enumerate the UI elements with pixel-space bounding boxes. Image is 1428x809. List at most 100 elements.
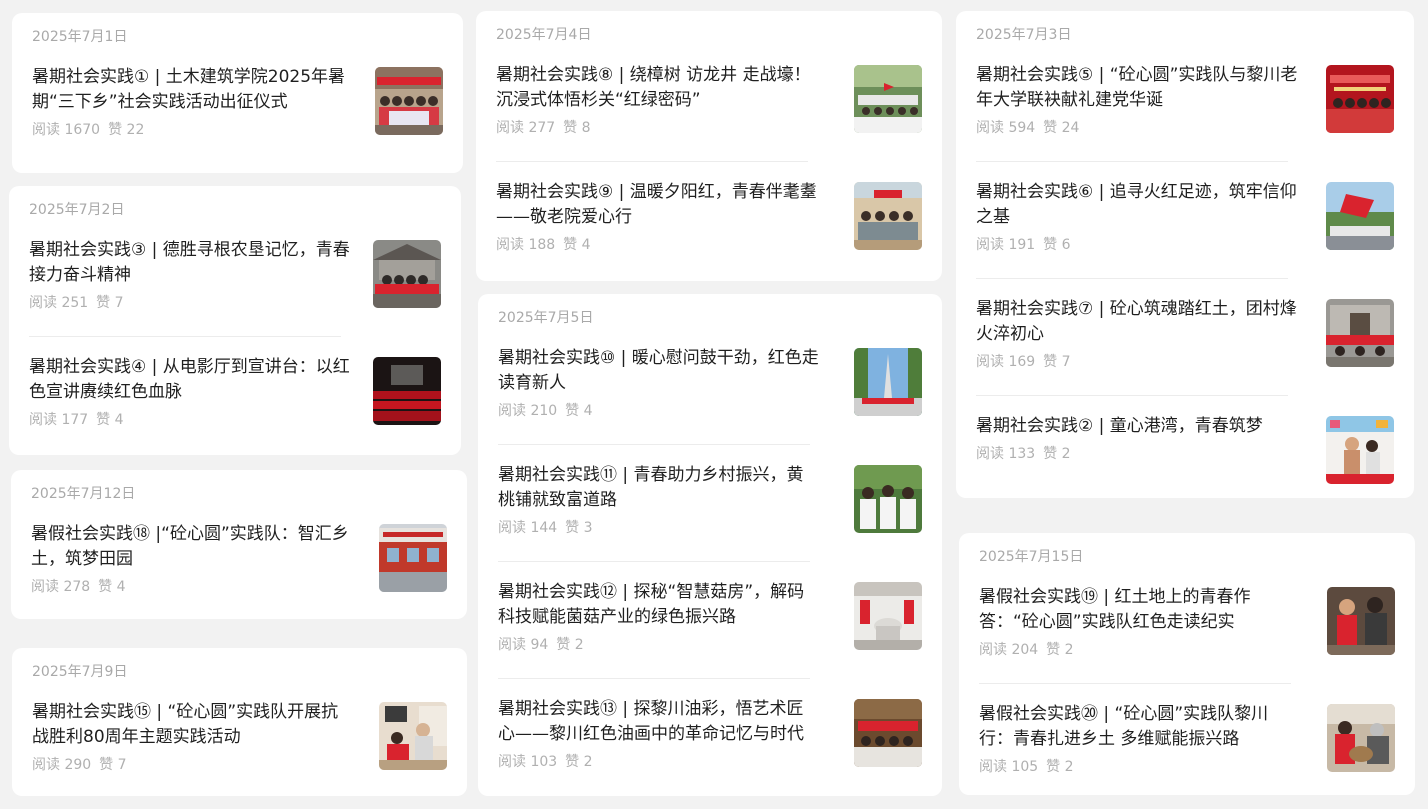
article-item[interactable]: 暑假社会实践⑱ |“砼心圆”实践队：智汇乡土，筑梦田园 阅读 278 赞 4 bbox=[31, 504, 447, 621]
article-thumbnail[interactable] bbox=[1327, 704, 1395, 772]
article-title[interactable]: 暑假社会实践⑲ | 红土地上的青春作答：“砼心圆”实践队红色走读纪实 bbox=[979, 585, 1301, 635]
like-count: 赞 4 bbox=[98, 579, 126, 595]
like-count: 赞 2 bbox=[1043, 446, 1071, 462]
article-item[interactable]: 暑期社会实践⑧ | 绕樟树 访龙井 走战壕！沉浸式体悟杉关“红绿密码” 阅读 2… bbox=[496, 45, 922, 162]
article-thumbnail[interactable] bbox=[375, 67, 443, 135]
read-count: 阅读 133 bbox=[976, 446, 1036, 462]
read-count: 阅读 278 bbox=[31, 579, 91, 595]
like-count: 赞 4 bbox=[563, 237, 591, 253]
card-date: 2025年7月15日 bbox=[979, 549, 1084, 565]
article-item[interactable]: 暑期社会实践⑥ | 追寻火红足迹，筑牢信仰之基 阅读 191 赞 6 bbox=[976, 162, 1394, 279]
article-title[interactable]: 暑假社会实践⑱ |“砼心圆”实践队：智汇乡土，筑梦田园 bbox=[31, 522, 353, 572]
article-thumbnail[interactable] bbox=[854, 699, 922, 767]
read-count: 阅读 594 bbox=[976, 120, 1036, 136]
read-count: 阅读 105 bbox=[979, 759, 1039, 775]
article-thumbnail[interactable] bbox=[1326, 416, 1394, 484]
article-title[interactable]: 暑期社会实践⑪ | 青春助力乡村振兴，黄桃铺就致富道路 bbox=[498, 463, 820, 513]
article-title[interactable]: 暑期社会实践⑩ | 暖心慰问鼓干劲，红色走读育新人 bbox=[498, 346, 820, 396]
like-count: 赞 6 bbox=[1043, 237, 1071, 253]
read-count: 阅读 290 bbox=[32, 757, 92, 773]
card-date: 2025年7月5日 bbox=[498, 310, 594, 326]
card-date: 2025年7月9日 bbox=[32, 664, 128, 680]
like-count: 赞 7 bbox=[1043, 354, 1071, 370]
article-item[interactable]: 暑期社会实践⑪ | 青春助力乡村振兴，黄桃铺就致富道路 阅读 144 赞 3 bbox=[498, 445, 922, 562]
article-thumbnail[interactable] bbox=[373, 357, 441, 425]
article-thumbnail[interactable] bbox=[1327, 587, 1395, 655]
read-count: 阅读 177 bbox=[29, 412, 89, 428]
like-count: 赞 2 bbox=[556, 637, 584, 653]
article-item[interactable]: 暑期社会实践② | 童心港湾，青春筑梦 阅读 133 赞 2 bbox=[976, 396, 1394, 513]
read-count: 阅读 103 bbox=[498, 754, 558, 770]
article-item[interactable]: 暑期社会实践⑮ | “砼心圆”实践队开展抗战胜利80周年主题实践活动 阅读 29… bbox=[32, 682, 447, 799]
like-count: 赞 7 bbox=[99, 757, 127, 773]
article-item[interactable]: 暑期社会实践⑫ | 探秘“智慧菇房”，解码科技赋能菌菇产业的绿色振兴路 阅读 9… bbox=[498, 562, 922, 679]
article-item[interactable]: 暑期社会实践① | 土木建筑学院2025年暑期“三下乡”社会实践活动出征仪式 阅… bbox=[32, 47, 443, 164]
like-count: 赞 2 bbox=[1046, 642, 1074, 658]
article-item[interactable]: 暑期社会实践④ | 从电影厅到宣讲台：以红色宣讲赓续红色血脉 阅读 177 赞 4 bbox=[29, 337, 441, 454]
read-count: 阅读 1670 bbox=[32, 122, 101, 138]
like-count: 赞 8 bbox=[563, 120, 591, 136]
like-count: 赞 4 bbox=[96, 412, 124, 428]
article-item[interactable]: 暑期社会实践⑤ | “砼心圆”实践队与黎川老年大学联袂献礼建党华诞 阅读 594… bbox=[976, 45, 1394, 162]
article-title[interactable]: 暑假社会实践⑳ | “砼心圆”实践队黎川行：青春扎进乡土 多维赋能振兴路 bbox=[979, 702, 1301, 752]
article-thumbnail[interactable] bbox=[379, 524, 447, 592]
article-thumbnail[interactable] bbox=[1326, 182, 1394, 250]
like-count: 赞 2 bbox=[565, 754, 593, 770]
article-thumbnail[interactable] bbox=[854, 182, 922, 250]
article-item[interactable]: 暑假社会实践⑲ | 红土地上的青春作答：“砼心圆”实践队红色走读纪实 阅读 20… bbox=[979, 567, 1395, 684]
article-thumbnail[interactable] bbox=[373, 240, 441, 308]
article-thumbnail[interactable] bbox=[1326, 299, 1394, 367]
read-count: 阅读 210 bbox=[498, 403, 558, 419]
read-count: 阅读 277 bbox=[496, 120, 556, 136]
read-count: 阅读 191 bbox=[976, 237, 1036, 253]
like-count: 赞 3 bbox=[565, 520, 593, 536]
article-item[interactable]: 暑期社会实践⑦ | 砼心筑魂踏红土，团村烽火淬初心 阅读 169 赞 7 bbox=[976, 279, 1394, 396]
article-thumbnail[interactable] bbox=[854, 582, 922, 650]
article-title[interactable]: 暑期社会实践⑮ | “砼心圆”实践队开展抗战胜利80周年主题实践活动 bbox=[32, 700, 354, 750]
article-title[interactable]: 暑期社会实践⑥ | 追寻火红足迹，筑牢信仰之基 bbox=[976, 180, 1298, 230]
read-count: 阅读 144 bbox=[498, 520, 558, 536]
article-card: 2025年7月15日 暑假社会实践⑲ | 红土地上的青春作答：“砼心圆”实践队红… bbox=[959, 533, 1415, 795]
article-title[interactable]: 暑期社会实践⑬ | 探黎川油彩，悟艺术匠心——黎川红色油画中的革命记忆与时代传.… bbox=[498, 697, 820, 747]
like-count: 赞 2 bbox=[1046, 759, 1074, 775]
article-card: 2025年7月4日 暑期社会实践⑧ | 绕樟树 访龙井 走战壕！沉浸式体悟杉关“… bbox=[476, 11, 942, 281]
article-item[interactable]: 暑期社会实践⑩ | 暖心慰问鼓干劲，红色走读育新人 阅读 210 赞 4 bbox=[498, 328, 922, 445]
read-count: 阅读 204 bbox=[979, 642, 1039, 658]
article-card: 2025年7月1日 暑期社会实践① | 土木建筑学院2025年暑期“三下乡”社会… bbox=[12, 13, 463, 173]
article-item[interactable]: 暑期社会实践③ | 德胜寻根农垦记忆，青春接力奋斗精神 阅读 251 赞 7 bbox=[29, 220, 441, 337]
card-date: 2025年7月2日 bbox=[29, 202, 125, 218]
article-card: 2025年7月2日 暑期社会实践③ | 德胜寻根农垦记忆，青春接力奋斗精神 阅读… bbox=[9, 186, 461, 455]
like-count: 赞 24 bbox=[1043, 120, 1080, 136]
article-title[interactable]: 暑期社会实践⑤ | “砼心圆”实践队与黎川老年大学联袂献礼建党华诞 bbox=[976, 63, 1298, 113]
article-thumbnail[interactable] bbox=[854, 348, 922, 416]
article-title[interactable]: 暑期社会实践⑦ | 砼心筑魂踏红土，团村烽火淬初心 bbox=[976, 297, 1298, 347]
article-title[interactable]: 暑期社会实践① | 土木建筑学院2025年暑期“三下乡”社会实践活动出征仪式 bbox=[32, 65, 354, 115]
like-count: 赞 4 bbox=[565, 403, 593, 419]
card-date: 2025年7月3日 bbox=[976, 27, 1072, 43]
article-card: 2025年7月5日 暑期社会实践⑩ | 暖心慰问鼓干劲，红色走读育新人 阅读 2… bbox=[478, 294, 942, 796]
article-thumbnail[interactable] bbox=[854, 65, 922, 133]
read-count: 阅读 188 bbox=[496, 237, 556, 253]
article-thumbnail[interactable] bbox=[379, 702, 447, 770]
read-count: 阅读 94 bbox=[498, 637, 549, 653]
article-title[interactable]: 暑期社会实践② | 童心港湾，青春筑梦 bbox=[976, 414, 1298, 439]
article-thumbnail[interactable] bbox=[854, 465, 922, 533]
article-title[interactable]: 暑期社会实践⑫ | 探秘“智慧菇房”，解码科技赋能菌菇产业的绿色振兴路 bbox=[498, 580, 820, 630]
article-item[interactable]: 暑期社会实践⑬ | 探黎川油彩，悟艺术匠心——黎川红色油画中的革命记忆与时代传.… bbox=[498, 679, 922, 796]
article-title[interactable]: 暑期社会实践⑨ | 温暖夕阳红，青春伴耄耋——敬老院爱心行 bbox=[496, 180, 818, 230]
article-card: 2025年7月12日 暑假社会实践⑱ |“砼心圆”实践队：智汇乡土，筑梦田园 阅… bbox=[11, 470, 467, 619]
article-card: 2025年7月3日 暑期社会实践⑤ | “砼心圆”实践队与黎川老年大学联袂献礼建… bbox=[956, 11, 1414, 498]
card-date: 2025年7月4日 bbox=[496, 27, 592, 43]
article-item[interactable]: 暑假社会实践⑳ | “砼心圆”实践队黎川行：青春扎进乡土 多维赋能振兴路 阅读 … bbox=[979, 684, 1395, 801]
like-count: 赞 22 bbox=[108, 122, 145, 138]
read-count: 阅读 251 bbox=[29, 295, 89, 311]
article-card: 2025年7月9日 暑期社会实践⑮ | “砼心圆”实践队开展抗战胜利80周年主题… bbox=[12, 648, 467, 796]
article-title[interactable]: 暑期社会实践③ | 德胜寻根农垦记忆，青春接力奋斗精神 bbox=[29, 238, 351, 288]
article-title[interactable]: 暑期社会实践④ | 从电影厅到宣讲台：以红色宣讲赓续红色血脉 bbox=[29, 355, 351, 405]
card-date: 2025年7月12日 bbox=[31, 486, 136, 502]
read-count: 阅读 169 bbox=[976, 354, 1036, 370]
article-thumbnail[interactable] bbox=[1326, 65, 1394, 133]
like-count: 赞 7 bbox=[96, 295, 124, 311]
article-item[interactable]: 暑期社会实践⑨ | 温暖夕阳红，青春伴耄耋——敬老院爱心行 阅读 188 赞 4 bbox=[496, 162, 922, 279]
article-title[interactable]: 暑期社会实践⑧ | 绕樟树 访龙井 走战壕！沉浸式体悟杉关“红绿密码” bbox=[496, 63, 818, 113]
